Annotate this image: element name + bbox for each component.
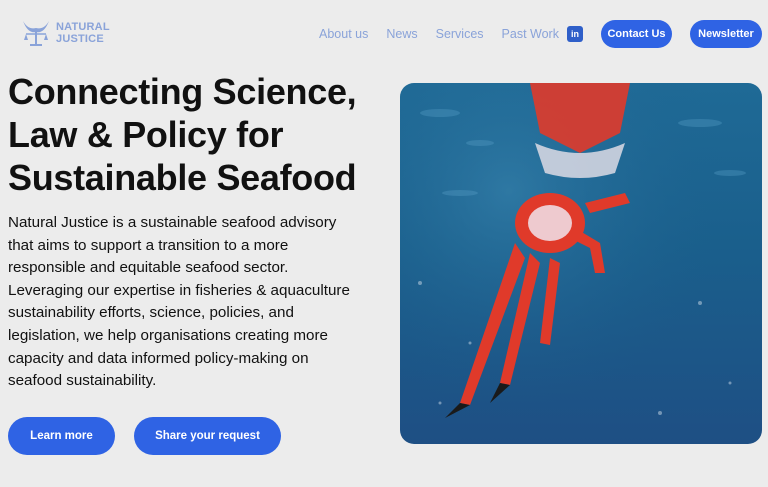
linkedin-icon[interactable]: in (567, 26, 583, 42)
headline-line-1: Connecting Science, (8, 71, 357, 112)
hero-image (400, 83, 762, 444)
headline-line-3: Sustainable Seafood (8, 157, 357, 198)
hero-headline: Connecting Science, Law & Policy for Sus… (8, 70, 357, 199)
nav-item-news[interactable]: News (386, 27, 417, 41)
nav-item-about-us[interactable]: About us (319, 27, 368, 41)
share-request-button[interactable]: Share your request (134, 417, 281, 455)
logo-line-1: NATURAL (56, 21, 110, 33)
main-nav: About us News Services Past Work (319, 27, 577, 41)
logo-text: NATURAL JUSTICE (56, 21, 110, 45)
learn-more-button[interactable]: Learn more (8, 417, 115, 455)
fish-scales-icon (23, 21, 49, 46)
logo-line-2: JUSTICE (56, 33, 104, 45)
headline-line-2: Law & Policy for (8, 114, 284, 155)
site-logo[interactable]: NATURAL JUSTICE (20, 18, 110, 48)
newsletter-button[interactable]: Newsletter (690, 20, 762, 48)
nav-item-services[interactable]: Services (436, 27, 484, 41)
contact-us-button[interactable]: Contact Us (601, 20, 672, 48)
hero-description: Natural Justice is a sustainable seafood… (8, 214, 350, 390)
nav-item-past-work[interactable]: Past Work (502, 27, 559, 41)
